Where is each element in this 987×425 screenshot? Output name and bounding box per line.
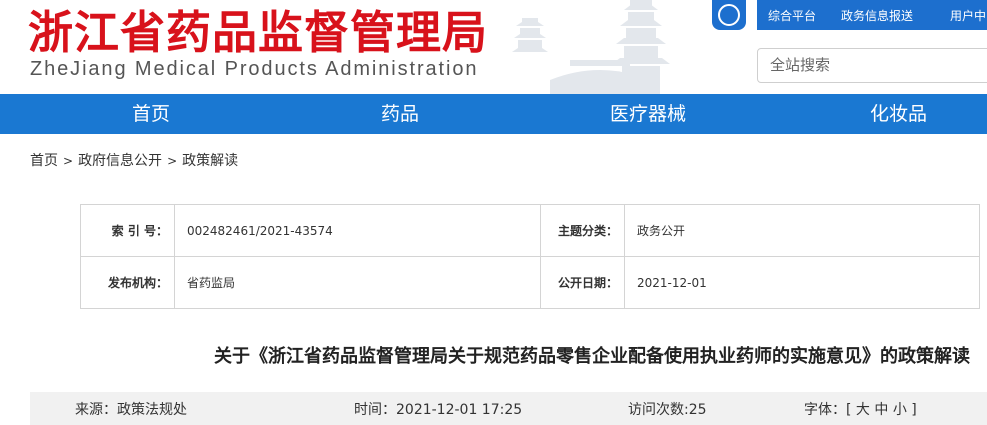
article-visits: 访问次数:25 xyxy=(628,402,707,418)
font-size-control: 字体：[ 大 中 小 ] xyxy=(804,399,917,419)
site-subtitle: ZheJiang Medical Products Administration xyxy=(30,58,479,80)
breadcrumb-separator: > xyxy=(167,154,178,168)
nav-item-devices[interactable]: 医疗器械 xyxy=(610,94,686,134)
nav-item-cosmetics[interactable]: 化妆品 xyxy=(870,94,927,134)
search-input[interactable] xyxy=(757,48,987,83)
breadcrumb-policy[interactable]: 政策解读 xyxy=(182,153,238,169)
index-label: 索 引 号： xyxy=(80,204,175,257)
font-size-close: ] xyxy=(911,402,917,418)
top-link-platform[interactable]: 综合平台 xyxy=(768,7,816,24)
topic-label: 主题分类： xyxy=(540,204,625,257)
site-header: 浙江省药品监督管理局 ZheJiang Medical Products Adm… xyxy=(0,0,987,94)
index-value: 002482461/2021-43574 xyxy=(174,204,541,257)
pagoda-illustration xyxy=(512,0,670,94)
font-large-button[interactable]: 大 xyxy=(856,402,870,418)
article-title: 关于《浙江省药品监督管理局关于规范药品零售企业配备使用执业药师的实施意见》的政策… xyxy=(214,346,970,367)
font-small-button[interactable]: 小 xyxy=(893,402,907,418)
font-size-label: 字体：[ xyxy=(804,402,852,418)
app-logo-icon[interactable] xyxy=(712,0,746,30)
top-links-bar: 综合平台 政务信息报送 用户中 xyxy=(757,0,987,30)
info-row: 发布机构： 省药监局 公开日期： 2021-12-01 xyxy=(80,256,980,309)
info-table: 索 引 号： 002482461/2021-43574 主题分类： 政务公开 发… xyxy=(80,204,980,309)
main-nav: 首页 药品 医疗器械 化妆品 xyxy=(0,94,987,134)
article-meta-bar: 来源：政策法规处 时间：2021-12-01 17:25 访问次数:25 字体：… xyxy=(30,392,987,425)
top-link-report[interactable]: 政务信息报送 xyxy=(841,7,913,24)
article-source: 来源：政策法规处 xyxy=(75,402,187,418)
date-label: 公开日期： xyxy=(540,256,625,309)
breadcrumb-separator: > xyxy=(63,154,74,168)
font-medium-button[interactable]: 中 xyxy=(874,402,888,418)
nav-item-home[interactable]: 首页 xyxy=(132,94,170,134)
date-value: 2021-12-01 xyxy=(624,256,980,309)
top-link-user[interactable]: 用户中 xyxy=(950,7,986,24)
breadcrumb: 首页 > 政府信息公开 > 政策解读 xyxy=(30,150,238,170)
article-time: 时间：2021-12-01 17:25 xyxy=(354,402,523,418)
info-row: 索 引 号： 002482461/2021-43574 主题分类： 政务公开 xyxy=(80,204,980,257)
topic-value: 政务公开 xyxy=(624,204,980,257)
site-title[interactable]: 浙江省药品监督管理局 xyxy=(28,6,488,60)
publisher-label: 发布机构： xyxy=(80,256,175,309)
publisher-value: 省药监局 xyxy=(174,256,541,309)
breadcrumb-home[interactable]: 首页 xyxy=(30,153,58,169)
nav-item-drugs[interactable]: 药品 xyxy=(381,94,419,134)
breadcrumb-gov-info[interactable]: 政府信息公开 xyxy=(78,153,162,169)
